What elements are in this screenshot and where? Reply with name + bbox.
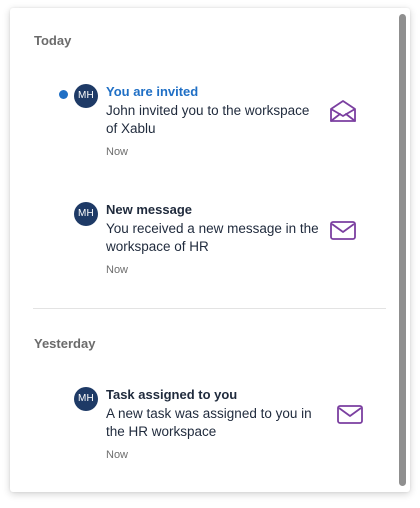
notification-time: Now (106, 146, 129, 158)
notification-body: You received a new message in the worksp… (106, 221, 319, 254)
avatar: MH (74, 387, 98, 411)
section-title-today: Today (34, 33, 72, 48)
notification-title: You are invited (106, 84, 199, 99)
notification-body: John invited you to the workspace of Xab… (106, 103, 310, 136)
envelope-icon[interactable] (329, 218, 357, 242)
scrollbar-thumb[interactable] (399, 14, 406, 486)
notification-item[interactable]: MH New message You received a new messag… (10, 202, 390, 292)
avatar: MH (74, 202, 98, 226)
notification-body: A new task was assigned to you in the HR… (106, 406, 312, 439)
notifications-panel: Today MH You are invited John invited yo… (10, 8, 410, 492)
unread-indicator (59, 90, 68, 99)
envelope-icon[interactable] (336, 402, 364, 426)
notification-time: Now (106, 449, 129, 461)
avatar: MH (74, 84, 98, 108)
notification-title: New message (106, 202, 192, 217)
section-divider (33, 308, 386, 309)
envelope-open-icon[interactable] (329, 99, 357, 123)
notification-item[interactable]: MH You are invited John invited you to t… (10, 84, 390, 174)
section-title-yesterday: Yesterday (34, 336, 96, 351)
notification-item[interactable]: MH Task assigned to you A new task was a… (10, 387, 390, 477)
notification-time: Now (106, 264, 129, 276)
notification-title: Task assigned to you (106, 387, 238, 402)
scrollbar[interactable] (399, 14, 406, 486)
